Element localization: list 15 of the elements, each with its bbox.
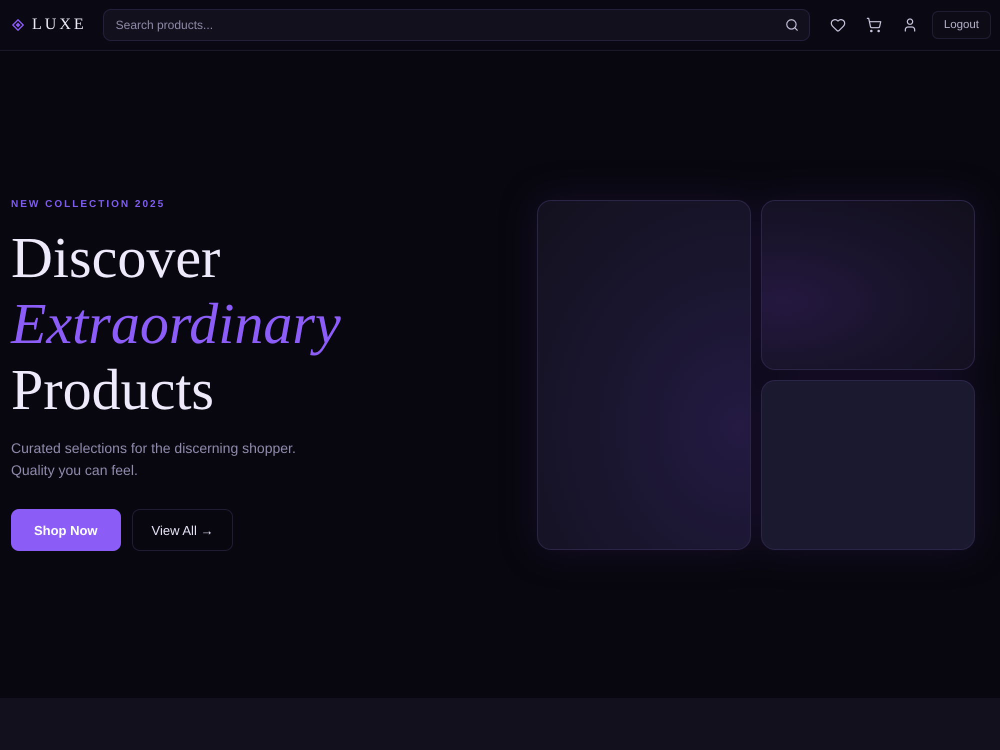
user-icon[interactable] bbox=[902, 17, 918, 33]
hero-heading-line: Products bbox=[11, 357, 215, 423]
logo-text[interactable]: LUXE bbox=[32, 16, 87, 34]
heart-icon[interactable] bbox=[830, 17, 846, 33]
hero-description: Curated selections for the discerning shopper. Quality you can feel. bbox=[11, 439, 297, 480]
search-field[interactable]: Search products... bbox=[102, 9, 810, 41]
cart-icon[interactable] bbox=[866, 17, 882, 33]
hero-heading-line: Discover bbox=[11, 225, 222, 291]
logout-button[interactable]: Logout bbox=[932, 11, 991, 39]
hero-heading-line: Extraordinary bbox=[11, 291, 341, 357]
eyebrow-label: NEW COLLECTION 2025 bbox=[11, 198, 166, 212]
shop-now-button[interactable]: Shop Now bbox=[11, 509, 121, 551]
view-all-button[interactable]: View All → bbox=[132, 509, 234, 551]
diamond-logo-icon bbox=[12, 19, 24, 31]
search-icon[interactable] bbox=[784, 18, 799, 32]
